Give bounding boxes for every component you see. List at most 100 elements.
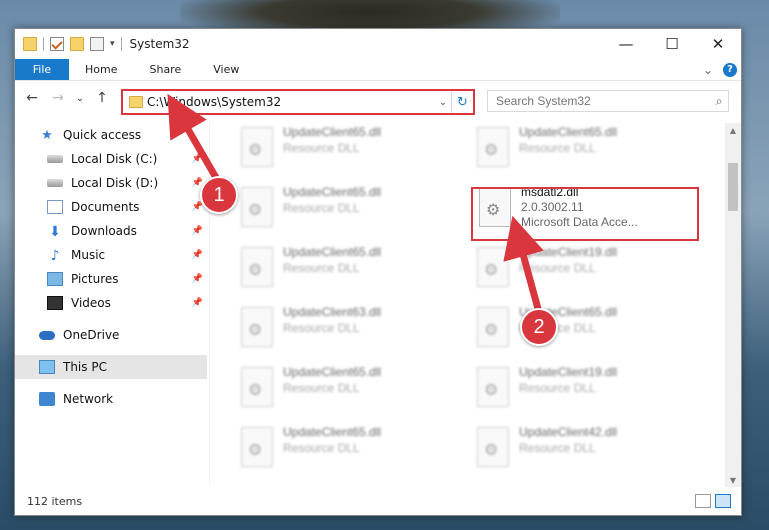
sidebar-item-label: Downloads [71,224,137,238]
title-bar: ▾ System32 — ☐ ✕ [15,29,741,59]
refresh-icon[interactable]: ↻ [451,91,473,113]
scroll-thumb[interactable] [728,163,738,211]
address-dropdown-icon[interactable]: ⌄ [435,97,451,108]
dll-file-icon [477,247,509,287]
tab-file[interactable]: File [15,59,69,80]
file-item[interactable]: UpdateClient63.dll Resource DLL [235,305,465,359]
close-button[interactable]: ✕ [695,29,741,59]
music-icon: ♪ [50,248,60,264]
network-icon [39,392,55,406]
sidebar-item-this-pc[interactable]: This PC [15,355,207,379]
up-button[interactable]: ↑ [91,87,113,109]
pin-icon[interactable]: 📌 [192,274,203,284]
dll-file-icon [479,187,511,227]
dll-file-icon [241,187,273,227]
file-item[interactable]: UpdateClient65.dllResource DLL [471,125,701,179]
sidebar-item-label: Music [71,248,106,262]
status-bar: 112 items [15,487,741,515]
pin-icon[interactable]: 📌 [192,226,203,236]
star-icon: ★ [41,128,53,143]
sidebar-item-local-disk-d[interactable]: Local Disk (D:) 📌 [15,171,207,195]
downloads-icon: ⬇ [49,224,61,240]
minimize-button[interactable]: — [603,29,649,59]
pin-icon[interactable]: 📌 [192,298,203,308]
file-name: UpdateClient65.dll [283,425,382,439]
sidebar-item-pictures[interactable]: Pictures 📌 [15,267,207,291]
pin-icon[interactable]: 📌 [192,154,203,164]
pin-icon[interactable]: 📌 [192,250,203,260]
file-item[interactable]: UpdateClient19.dll Resource DLL [471,245,701,299]
drive-icon [47,155,63,163]
file-item[interactable]: UpdateClient19.dll Resource DLL [471,365,701,419]
window-controls: — ☐ ✕ [603,29,741,59]
address-path[interactable]: C:\Windows\System32 [147,95,435,109]
file-name: UpdateClient65.dll [283,365,382,379]
file-name: UpdateClient65.dll [519,125,618,139]
dll-file-icon [477,367,509,407]
file-name: UpdateClient19.dll [519,365,618,379]
scroll-up-icon[interactable]: ▲ [725,123,741,137]
dll-file-icon [477,127,509,167]
search-input[interactable] [496,94,710,108]
folder-icon[interactable] [23,37,37,51]
file-item[interactable]: UpdateClient65.dllResource DLL [235,425,465,479]
help-icon[interactable]: ? [723,62,737,77]
tab-share[interactable]: Share [133,59,197,80]
tab-view[interactable]: View [197,59,255,80]
vertical-scrollbar[interactable]: ▲ ▼ [725,123,741,487]
tab-home[interactable]: Home [69,59,133,80]
search-icon[interactable]: ⌕ [710,94,728,109]
file-item[interactable]: UpdateClient42.dll Resource DLL [471,425,701,479]
sidebar-item-label: Documents [71,200,140,214]
properties-check-icon[interactable] [50,37,64,51]
sidebar-item-documents[interactable]: Documents 📌 [15,195,207,219]
file-item-msdatl2-dll[interactable]: msdatl2.dll 2.0.3002.11 Microsoft Data A… [473,185,703,239]
file-description: Resource DLL [283,201,360,215]
file-item[interactable]: UpdateClient65.dll Resource DLL [235,245,465,299]
file-name: UpdateClient63.dll [283,305,382,319]
file-item[interactable]: UpdateClient65.dllResource DLL [235,125,465,179]
pictures-icon [47,272,63,286]
dll-file-icon [241,307,273,347]
forward-button[interactable]: → [47,87,69,109]
sidebar-item-downloads[interactable]: ⬇ Downloads 📌 [15,219,207,243]
recent-locations-icon[interactable]: ⌄ [73,87,87,109]
file-name: UpdateClient19.dll [519,245,618,259]
sidebar-item-quick-access[interactable]: ★ Quick access [15,123,207,147]
toolbar-dropdown-icon[interactable]: ▾ [110,39,115,49]
search-box[interactable]: ⌕ [487,90,729,112]
dll-file-icon [241,427,273,467]
address-bar[interactable]: C:\Windows\System32 ⌄ ↻ [121,89,475,115]
scroll-down-icon[interactable]: ▼ [725,473,741,487]
new-folder-icon[interactable] [70,37,84,51]
file-name: UpdateClient65.dll [283,245,382,259]
sidebar-item-videos[interactable]: Videos 📌 [15,291,207,315]
file-item[interactable]: UpdateClient65.dllResource DLL [471,305,701,359]
expand-ribbon-icon[interactable]: ⌄ [703,63,713,77]
sidebar-item-label: OneDrive [63,328,120,342]
back-button[interactable]: ← [21,87,43,109]
this-pc-icon [39,360,55,374]
dll-file-icon [241,247,273,287]
tiles-view-icon[interactable] [715,494,731,508]
file-item[interactable]: UpdateClient65.dllResource DLL [235,185,465,239]
file-item[interactable]: UpdateClient65.dllResource DLL [235,365,465,419]
dll-file-icon [477,307,509,347]
details-view-icon[interactable] [695,494,711,508]
sidebar-item-network[interactable]: Network [15,387,207,411]
window-title: System32 [129,37,190,51]
toolbar-separator [120,37,122,51]
sidebar-item-onedrive[interactable]: OneDrive [15,323,207,347]
sidebar-item-label: Local Disk (C:) [71,152,158,166]
file-explorer-window: ▾ System32 — ☐ ✕ File Home Share View ⌄ … [14,28,742,516]
file-description: Resource DLL [519,261,596,275]
maximize-button[interactable]: ☐ [649,29,695,59]
sidebar-item-local-disk-c[interactable]: Local Disk (C:) 📌 [15,147,207,171]
sidebar-item-music[interactable]: ♪ Music 📌 [15,243,207,267]
quick-access-toolbar: ▾ [23,37,122,51]
file-description: Resource DLL [283,261,360,275]
file-description: Resource DLL [519,441,596,455]
customize-icon[interactable] [90,37,104,51]
videos-icon [47,296,63,310]
drive-icon [47,179,63,187]
